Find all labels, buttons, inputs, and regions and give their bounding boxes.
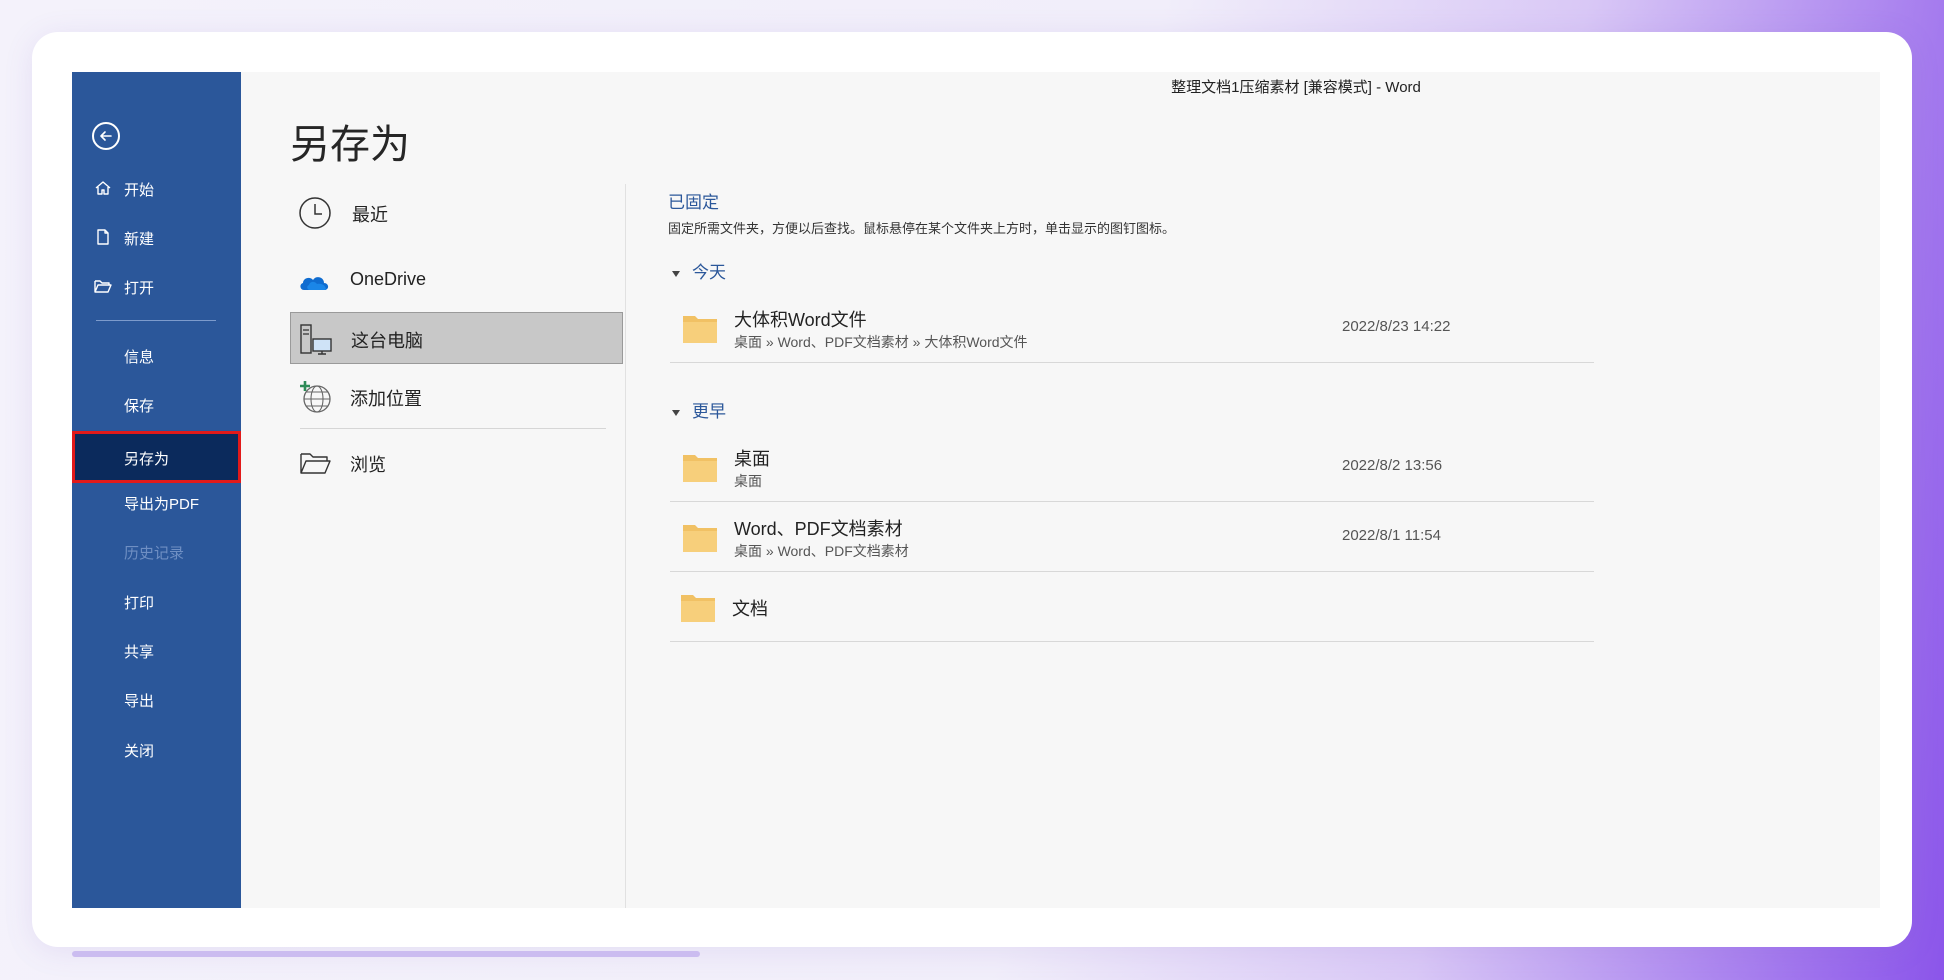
page-title: 另存为 bbox=[290, 123, 410, 167]
folder-icon bbox=[683, 455, 717, 482]
folder-icon bbox=[683, 316, 717, 343]
folder-date: 2022/8/2 13:56 bbox=[1342, 457, 1443, 474]
sidebar-item-label: 新建 bbox=[124, 231, 155, 248]
folder-row[interactable]: 大体积Word文件 桌面 » Word、PDF文档素材 » 大体积Word文件 … bbox=[670, 294, 1594, 363]
word-backstage-window: 整理文档1压缩素材 [兼容模式] - Word 开始 新建 打开 信息 保存 另… bbox=[72, 72, 1880, 908]
computer-icon bbox=[300, 324, 332, 355]
sidebar-item-save-as[interactable]: 另存为 bbox=[72, 431, 241, 483]
open-folder-icon bbox=[94, 280, 112, 293]
sidebar-item-export[interactable]: 导出 bbox=[72, 677, 241, 721]
location-label: OneDrive bbox=[350, 269, 427, 289]
location-divider bbox=[300, 428, 606, 429]
folder-name: Word、PDF文档素材 bbox=[734, 519, 903, 539]
folder-path: 桌面 » Word、PDF文档素材 » 大体积Word文件 bbox=[734, 334, 1028, 350]
new-document-icon bbox=[97, 229, 109, 245]
sidebar-item-new[interactable]: 新建 bbox=[72, 215, 241, 259]
sidebar-item-label: 信息 bbox=[124, 349, 155, 366]
sidebar-item-label: 关闭 bbox=[124, 743, 155, 760]
sidebar-item-print[interactable]: 打印 bbox=[72, 579, 241, 623]
group-label: 更早 bbox=[692, 402, 726, 421]
sidebar-item-label: 另存为 bbox=[124, 451, 170, 468]
cloud-icon bbox=[300, 277, 329, 290]
sidebar-divider bbox=[96, 320, 216, 321]
folder-date: 2022/8/1 11:54 bbox=[1342, 527, 1441, 544]
folder-row[interactable]: 桌面 桌面 2022/8/2 13:56 bbox=[670, 433, 1594, 502]
sidebar-item-export-pdf[interactable]: 导出为PDF bbox=[72, 480, 241, 524]
scroll-indicator bbox=[72, 951, 700, 957]
caret-down-icon bbox=[672, 409, 680, 416]
sidebar-item-open[interactable]: 打开 bbox=[72, 264, 241, 308]
backstage-sidebar: 开始 新建 打开 信息 保存 另存为 导出为PDF 历史记录 打印 共享 导出 … bbox=[72, 72, 241, 908]
sidebar-item-label: 保存 bbox=[124, 398, 155, 415]
sidebar-item-save[interactable]: 保存 bbox=[72, 382, 241, 426]
folder-name: 文档 bbox=[732, 599, 768, 619]
folder-name: 桌面 bbox=[734, 449, 770, 469]
globe-add-icon bbox=[300, 381, 331, 413]
sidebar-item-label: 历史记录 bbox=[124, 545, 185, 562]
sidebar-item-label: 打开 bbox=[124, 280, 155, 297]
folder-icon bbox=[683, 525, 717, 552]
folder-icon bbox=[681, 595, 715, 622]
sidebar-item-label: 开始 bbox=[124, 182, 155, 199]
location-label: 浏览 bbox=[350, 455, 386, 475]
location-this-pc[interactable]: 这台电脑 bbox=[290, 312, 623, 364]
folder-row[interactable]: 文档 bbox=[670, 573, 1594, 642]
sidebar-item-label: 打印 bbox=[124, 595, 155, 612]
group-earlier-toggle[interactable]: 更早 bbox=[672, 397, 726, 422]
back-button[interactable] bbox=[92, 122, 120, 150]
folder-path: 桌面 bbox=[734, 473, 762, 489]
location-label: 这台电脑 bbox=[351, 331, 423, 351]
location-label: 添加位置 bbox=[350, 389, 422, 409]
sidebar-item-history: 历史记录 bbox=[72, 529, 241, 573]
sidebar-item-close[interactable]: 关闭 bbox=[72, 727, 241, 771]
home-icon bbox=[95, 181, 111, 195]
sidebar-item-home[interactable]: 开始 bbox=[72, 166, 241, 210]
pinned-description: 固定所需文件夹，方便以后查找。鼠标悬停在某个文件夹上方时，单击显示的图钉图标。 bbox=[668, 221, 1176, 236]
pinned-heading: 已固定 bbox=[668, 193, 719, 212]
sidebar-item-label: 导出为PDF bbox=[124, 496, 200, 513]
location-add-place[interactable]: 添加位置 bbox=[290, 370, 623, 422]
folder-open-icon bbox=[300, 453, 331, 474]
arrow-left-circle-icon bbox=[100, 131, 112, 141]
sidebar-item-label: 导出 bbox=[124, 693, 155, 710]
group-today-toggle[interactable]: 今天 bbox=[672, 258, 726, 283]
folder-name: 大体积Word文件 bbox=[734, 310, 867, 330]
folder-row[interactable]: Word、PDF文档素材 桌面 » Word、PDF文档素材 2022/8/1 … bbox=[670, 503, 1594, 572]
clock-icon bbox=[299, 197, 331, 229]
folder-path: 桌面 » Word、PDF文档素材 bbox=[734, 543, 909, 559]
location-label: 最近 bbox=[352, 205, 388, 225]
sidebar-item-label: 共享 bbox=[124, 644, 155, 661]
location-browse[interactable]: 浏览 bbox=[290, 436, 623, 488]
location-onedrive[interactable]: OneDrive bbox=[290, 254, 623, 306]
pane-divider bbox=[625, 184, 626, 908]
sidebar-item-info[interactable]: 信息 bbox=[72, 333, 241, 377]
folder-date: 2022/8/23 14:22 bbox=[1342, 318, 1451, 335]
group-label: 今天 bbox=[692, 263, 726, 282]
sidebar-item-share[interactable]: 共享 bbox=[72, 628, 241, 672]
window-title: 整理文档1压缩素材 [兼容模式] - Word bbox=[1171, 79, 1421, 96]
location-recent[interactable]: 最近 bbox=[290, 186, 623, 238]
caret-down-icon bbox=[672, 270, 680, 277]
